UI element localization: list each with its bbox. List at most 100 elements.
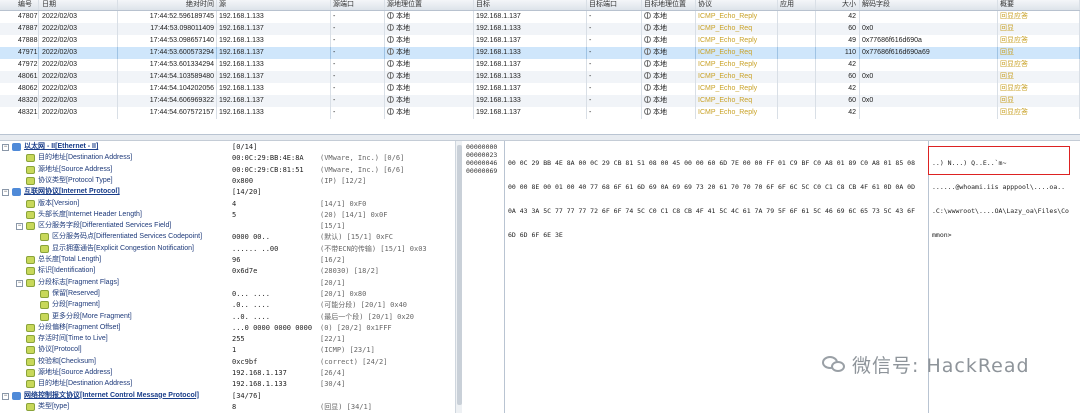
hex-line[interactable]: 6D 6D 6F 6E 3E (508, 231, 928, 239)
tree-field-value: [34/76] (232, 391, 262, 400)
cell-source: 192.168.1.133 (217, 107, 331, 119)
col-header-id[interactable]: 编号 (0, 0, 39, 10)
cell-destination-port: - (587, 71, 642, 83)
tree-field-name: 版本[Version] (38, 199, 80, 207)
tree-field[interactable]: 保留[Reserved] 0... .... [20/1] 0x80 (0, 288, 455, 300)
table-row[interactable]: 47972 2022/02/03 17:44:53.601334294 192.168… (0, 59, 1080, 71)
field-icon (26, 346, 35, 355)
table-row[interactable]: 48320 2022/02/03 17:44:54.606969322 192.168… (0, 95, 1080, 107)
ascii-line[interactable]: .C:\wwwroot\....OA\Lazy_oa\Files\Co (932, 207, 1072, 215)
field-icon (26, 380, 35, 389)
col-header-application[interactable]: 应用 (778, 0, 816, 10)
packet-list-table[interactable]: 编号 日期 绝对时间 源 源端口 源地理位置 目标 目标端口 目标地理位置 协议… (0, 0, 1080, 135)
collapse-toggle-icon[interactable]: − (16, 223, 23, 231)
tree-field[interactable]: 类型[type] 8 (回显) [34/1] (0, 401, 455, 413)
table-row[interactable]: 47887 2022/02/03 17:44:53.098011409 192.168… (0, 23, 1080, 35)
globe-icon (644, 72, 651, 79)
table-row[interactable]: 47888 2022/02/03 17:44:53.098657140 192.168… (0, 35, 1080, 47)
ascii-line[interactable]: ......@whoami.iis apppool\....oa.. (932, 183, 1072, 191)
col-header-protocol[interactable]: 协议 (696, 0, 778, 10)
col-header-destination-location[interactable]: 目标地理位置 (642, 0, 696, 10)
location-text: 本地 (396, 85, 410, 92)
table-row[interactable]: 47971 2022/02/03 17:44:53.600573294 192.168… (0, 47, 1080, 59)
cell-time: 17:44:52.596189745 (118, 11, 217, 23)
tree-field[interactable]: 标识[Identification] 0x6d7e (28030) [18/2] (0, 265, 455, 277)
globe-icon (644, 48, 651, 55)
col-header-destination-port[interactable]: 目标端口 (587, 0, 642, 10)
tree-field[interactable]: 显示拥塞通告[Explicit Congestion Notification]… (0, 243, 455, 255)
col-header-size[interactable]: 大小 (816, 0, 860, 10)
tree-field[interactable]: 版本[Version] 4 [14/1] 0xF0 (0, 198, 455, 210)
field-icon (26, 323, 35, 332)
hex-line[interactable]: 0A 43 3A 5C 77 77 77 72 6F 6F 74 5C C0 C… (508, 207, 928, 215)
col-header-source-port[interactable]: 源端口 (331, 0, 385, 10)
tree-field-extra: [20/1] (320, 278, 346, 287)
tree-field-name: 目的地址[Destination Address] (38, 380, 133, 388)
tree-field[interactable]: 协议类型[Protocol Type] 0x800 (IP) [12/2] (0, 175, 455, 187)
cell-destination-location: 本地 (642, 47, 696, 59)
tree-field[interactable]: − 区分服务字段[Differentiated Services Field] [1… (0, 220, 455, 232)
cell-source-port: - (331, 107, 385, 119)
field-icon (26, 165, 35, 174)
col-header-source[interactable]: 源 (217, 0, 331, 10)
tree-field[interactable]: 存活时间[Time to Live] 255 [22/1] (0, 333, 455, 345)
tree-field[interactable]: 分段偏移[Fragment Offset] ...0 0000 0000 0000… (0, 322, 455, 334)
tree-field-extra: [14/1] 0xF0 (320, 199, 367, 208)
tree-field[interactable]: 头部长度[Internet Header Length] 5 (20) [14/1]… (0, 209, 455, 221)
cell-destination-location: 本地 (642, 59, 696, 71)
tree-section[interactable]: − 以太网 - II[Ethernet - II] [0/14] (0, 141, 455, 153)
col-header-date[interactable]: 日期 (39, 0, 118, 10)
collapse-toggle-icon[interactable]: − (2, 392, 9, 400)
tree-field[interactable]: 区分服务码点[Differentiated Services Codepoint… (0, 231, 455, 243)
table-row[interactable]: 48321 2022/02/03 17:44:54.607572157 192.168… (0, 107, 1080, 119)
cell-protocol: ICMP_Echo_Req (696, 71, 778, 83)
tree-field[interactable]: 源地址[Source Address] 192.168.1.137 [26/4] (0, 367, 455, 379)
cell-destination-port: - (587, 95, 642, 107)
hex-line[interactable]: 00 0C 29 BB 4E 8A 00 0C 29 CB 81 51 08 0… (508, 159, 928, 167)
location-text: 本地 (653, 109, 667, 116)
tree-field[interactable]: 协议[Protocol] 1 (ICMP) [23/1] (0, 344, 455, 356)
tree-field-extra: (ICMP) [23/1] (320, 346, 375, 355)
field-icon (40, 301, 49, 310)
col-header-destination[interactable]: 目标 (474, 0, 587, 10)
ascii-line[interactable]: mmon> (932, 231, 1072, 239)
collapse-toggle-icon[interactable]: − (2, 189, 9, 197)
tree-field[interactable]: 目的地址[Destination Address] 00:0C:29:BB:4E:… (0, 152, 455, 164)
col-header-decode[interactable]: 解码字段 (860, 0, 998, 10)
decode-tree-scrollbar[interactable] (455, 141, 462, 413)
tree-field[interactable]: 更多分段[More Fragment] ..0. .... (最后一个段) [20/… (0, 311, 455, 323)
col-header-source-location[interactable]: 源地理位置 (385, 0, 474, 10)
cell-source-port: - (331, 47, 385, 59)
tree-field[interactable]: 总长度[Total Length] 96 [16/2] (0, 254, 455, 266)
hex-bytes[interactable]: 00 0C 29 BB 4E 8A 00 0C 29 CB 81 51 08 0… (508, 143, 928, 255)
tree-field[interactable]: 分段[Fragment] .0.. .... (可能分段) [20/1] 0x40 (0, 299, 455, 311)
col-header-summary[interactable]: 概要 (998, 0, 1080, 10)
tree-field[interactable]: 源地址[Source Address] 00:0C:29:CB:81:51 (VMw… (0, 164, 455, 176)
col-header-time[interactable]: 绝对时间 (118, 0, 217, 10)
tree-field[interactable]: 校验和[Checksum] 0xc9bf (correct) [24/2] (0, 356, 455, 368)
globe-icon (387, 36, 394, 43)
location-text: 本地 (653, 61, 667, 68)
tree-field-name: 协议[Protocol] (38, 346, 82, 354)
cell-date: 2022/02/03 (39, 35, 118, 47)
field-icon (26, 267, 35, 276)
cell-time: 17:44:54.606969322 (118, 95, 217, 107)
field-icon (26, 278, 35, 287)
tree-field[interactable]: 目的地址[Destination Address] 192.168.1.133 [3… (0, 378, 455, 390)
packet-decode-tree[interactable]: − 以太网 - II[Ethernet - II] [0/14] 目的地址[Desti… (0, 141, 462, 413)
tree-field[interactable]: − 分段标志[Fragment Flags] [20/1] (0, 277, 455, 289)
table-row[interactable]: 48062 2022/02/03 17:44:54.104202056 192.168… (0, 83, 1080, 95)
field-icon (40, 233, 49, 242)
tree-section[interactable]: − 网络控制报文协议[Internet Control Message Proto… (0, 390, 455, 402)
collapse-toggle-icon[interactable]: − (16, 279, 23, 287)
table-row[interactable]: 47807 2022/02/03 17:44:52.596189745 192.168… (0, 11, 1080, 23)
collapse-toggle-icon[interactable]: − (2, 144, 9, 151)
cell-id: 47972 (0, 59, 39, 71)
cell-destination: 192.168.1.137 (474, 35, 587, 47)
hex-line[interactable]: 00 00 8E 00 01 00 40 77 68 6F 61 6D 69 0… (508, 183, 928, 191)
cell-size: 49 (816, 35, 860, 47)
tree-section[interactable]: − 互联网协议[Internet Protocol] [14/20] (0, 186, 455, 198)
globe-icon (387, 72, 394, 79)
table-row[interactable]: 48061 2022/02/03 17:44:54.103589480 192.168… (0, 71, 1080, 83)
location-text: 本地 (396, 109, 410, 116)
